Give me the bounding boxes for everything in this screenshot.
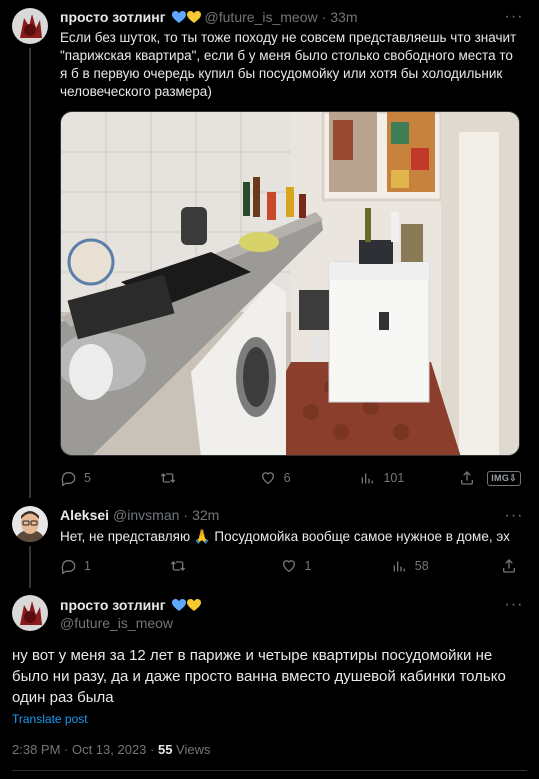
tweet-metadata: 2:38 PM · Oct 13, 2023 · 55 Views	[12, 742, 211, 757]
display-name[interactable]: просто зотлинг	[60, 9, 166, 25]
separator-dot: ·	[183, 507, 189, 523]
tweet-time[interactable]: 32m	[192, 507, 219, 523]
more-options-icon[interactable]: ···	[504, 506, 524, 526]
blue-heart-icon	[171, 10, 186, 23]
tweet-header: просто зотлинг @future_is_meow · 33m	[60, 9, 358, 25]
translate-link[interactable]: Translate post	[12, 712, 88, 726]
tweet-actions: 5 6 101 IMG⇩	[60, 468, 521, 488]
share-icon	[461, 471, 474, 485]
like-count: 6	[283, 471, 291, 485]
like-button[interactable]: 6	[260, 470, 320, 486]
share-icon	[503, 559, 515, 573]
views-label: Views	[172, 742, 211, 757]
reply-count: 1	[84, 559, 91, 573]
retweet-button[interactable]	[170, 558, 230, 574]
heart-icon	[261, 472, 274, 485]
views-button[interactable]: 101	[359, 470, 419, 486]
handle[interactable]: @invsman	[113, 507, 179, 523]
more-options-icon[interactable]: ···	[504, 7, 524, 27]
share-button[interactable]: IMG⇩	[459, 470, 521, 486]
heart-emojis	[171, 10, 201, 24]
share-button[interactable]	[501, 558, 521, 574]
view-count: 55	[157, 742, 173, 757]
thread-line	[29, 48, 31, 498]
blue-heart-icon	[171, 598, 186, 611]
view-count: 58	[414, 559, 429, 573]
thread-line	[29, 546, 31, 588]
handle[interactable]: @future_is_meow	[205, 9, 318, 25]
tweet-actions: 1 1 58	[60, 556, 521, 576]
heart-emojis	[171, 598, 201, 612]
avatar[interactable]	[12, 595, 48, 631]
display-name[interactable]: Aleksei	[60, 507, 109, 523]
more-options-icon[interactable]: ···	[504, 595, 524, 615]
reply-icon	[61, 472, 76, 486]
like-count: 1	[304, 559, 312, 573]
tweet-text: ну вот у меня за 12 лет в париже и четыр…	[12, 647, 506, 706]
display-name[interactable]: просто зотлинг	[60, 597, 166, 613]
avatar[interactable]	[12, 506, 48, 542]
bar-chart-icon	[362, 473, 374, 484]
img-download-button[interactable]: IMG⇩	[487, 470, 521, 486]
like-button[interactable]: 1	[281, 558, 341, 574]
yellow-heart-icon	[186, 598, 201, 611]
handle[interactable]: @future_is_meow	[60, 615, 201, 631]
tweet-header: просто зотлинг @future_is_meow	[60, 597, 201, 631]
bar-chart-icon	[393, 561, 405, 572]
avatar[interactable]	[12, 8, 48, 44]
tweet-header: Aleksei @invsman · 32m	[60, 507, 219, 523]
reply-count: 5	[84, 471, 91, 485]
yellow-heart-icon	[186, 10, 201, 23]
tweet-text: Если без шуток, то ты тоже походу не сов…	[60, 30, 517, 99]
reply-icon	[61, 560, 76, 574]
retweet-icon	[171, 561, 186, 571]
retweet-icon	[160, 473, 175, 483]
reply-button[interactable]: 5	[60, 470, 120, 486]
reply-button[interactable]: 1	[60, 558, 120, 574]
tweet-photo[interactable]	[60, 111, 520, 456]
separator-dot: ·	[321, 9, 327, 25]
divider	[12, 770, 527, 771]
heart-icon	[282, 560, 295, 573]
timestamp[interactable]: 2:38 PM · Oct 13, 2023 ·	[12, 742, 158, 757]
tweet-text: Нет, не представляю 🙏 Посудомойка вообще…	[60, 529, 510, 544]
views-button[interactable]: 58	[391, 558, 451, 574]
tweet-time[interactable]: 33m	[330, 9, 357, 25]
view-count: 101	[383, 471, 405, 485]
retweet-button[interactable]	[160, 470, 220, 486]
